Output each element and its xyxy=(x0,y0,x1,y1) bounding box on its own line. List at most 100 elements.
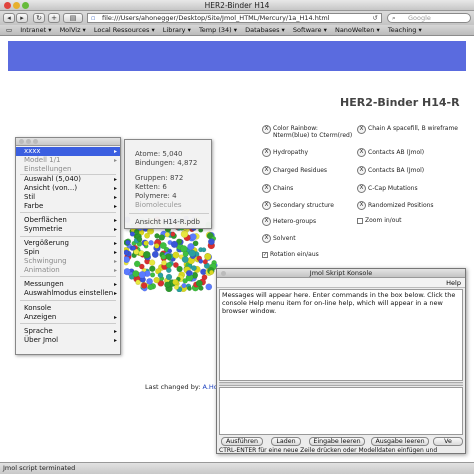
option-hydropathy[interactable]: X Hydropathy xyxy=(262,148,308,157)
menu-item-17[interactable]: Sprache ▸ xyxy=(16,327,120,336)
minimize-window-icon[interactable] xyxy=(13,2,20,9)
console-output[interactable]: Messages will appear here. Enter command… xyxy=(219,289,463,381)
menu-zoom-icon[interactable] xyxy=(33,139,38,144)
option-contacts-ba[interactable]: X Contacts BA (Jmol) xyxy=(357,166,424,175)
option-zoom[interactable]: Zoom in/out xyxy=(357,217,402,224)
submenu-item-2[interactable]: Gruppen: 872 xyxy=(125,174,211,183)
option-c-cap-mutations[interactable]: X C-Cap Mutations xyxy=(357,184,418,193)
option-x-button[interactable]: X xyxy=(262,217,271,226)
console-input[interactable] xyxy=(219,387,463,435)
bookmark-local-ressources[interactable]: Local Ressources ▾ xyxy=(94,25,155,36)
menu-titlebar xyxy=(16,138,120,146)
menu-item-label: Modell 1/1 xyxy=(24,156,61,164)
menu-close-icon[interactable] xyxy=(19,139,24,144)
submenu-item-0[interactable]: Atome: 5,040 xyxy=(125,150,211,159)
atom-sphere xyxy=(185,270,193,277)
menu-item-8[interactable]: Symmetrie ▸ xyxy=(16,225,120,234)
status-text: Jmol script terminated xyxy=(3,464,76,472)
last-changed: Last changed by: A.Hone xyxy=(145,383,226,391)
menu-item-3[interactable]: Auswahl (5,040) ▸ xyxy=(16,175,120,184)
bookmark-molviz[interactable]: MolViz ▾ xyxy=(60,25,86,36)
menu-item-14[interactable]: Auswahlmodus einstellen ▸ xyxy=(16,289,120,298)
menu-item-5[interactable]: Stil ▸ xyxy=(16,193,120,202)
atom-sphere xyxy=(205,283,213,291)
clear-output-button[interactable]: Ausgabe leeren xyxy=(371,437,429,446)
history-icon[interactable]: ▤ xyxy=(63,13,83,23)
bookmark-nanowelten[interactable]: NanoWelten ▾ xyxy=(335,25,380,36)
option-charged-residues[interactable]: X Charged Residues xyxy=(262,166,327,175)
submenu-item-3[interactable]: Ketten: 6 xyxy=(125,183,211,192)
menu-item-16[interactable]: Anzeigen ▸ xyxy=(16,313,120,322)
console-help-menu[interactable]: Help xyxy=(446,278,461,288)
option-x-button[interactable]: X xyxy=(262,184,271,193)
menu-item-10[interactable]: Spin ▸ xyxy=(16,248,120,257)
atom-sphere xyxy=(180,230,189,238)
option-x-button[interactable]: X xyxy=(262,148,271,157)
menu-item-18[interactable]: Über Jmol ▸ xyxy=(16,336,120,345)
bookmark-library[interactable]: Library ▾ xyxy=(163,25,191,36)
chevron-right-icon: ▸ xyxy=(113,240,117,247)
close-window-icon[interactable] xyxy=(4,2,11,9)
add-bookmark-icon[interactable]: + xyxy=(48,13,60,23)
bookmark-teaching[interactable]: Teaching ▾ xyxy=(388,25,422,36)
submenu-item-5[interactable]: Biomolecules xyxy=(125,201,211,210)
menu-item-4[interactable]: Ansicht (von...) ▸ xyxy=(16,184,120,193)
menu-item-9[interactable]: Vergößerung ▸ xyxy=(16,239,120,248)
jmol-model-submenu: Atome: 5,040 Bindungen: 4,872 Gruppen: 872… xyxy=(124,139,212,229)
history-button[interactable]: Ve xyxy=(433,437,463,446)
bookmark-temp[interactable]: Temp (34) ▾ xyxy=(199,25,237,36)
rotation-checkbox[interactable]: ✓ xyxy=(262,251,268,258)
option-label: Solvent xyxy=(273,235,296,242)
option-solvent[interactable]: X Solvent xyxy=(262,234,296,243)
console-splitter[interactable] xyxy=(219,382,463,386)
clear-input-button[interactable]: Eingabe leeren xyxy=(309,437,365,446)
menu-item-13[interactable]: Messungen ▸ xyxy=(16,280,120,289)
zoom-window-icon[interactable] xyxy=(22,2,29,9)
page-icon: ▫ xyxy=(91,14,96,22)
back-arrow-icon[interactable]: ◂ xyxy=(3,13,15,23)
reload-icon[interactable]: ↻ xyxy=(33,13,45,23)
chevron-right-icon: ▸ xyxy=(113,148,117,155)
option-color-rainbow[interactable]: X Color Rainbow: Nterm(blue) to Cterm(red… xyxy=(262,125,353,139)
option-secondary-structure[interactable]: X Secondary structure xyxy=(262,201,334,210)
execute-button[interactable]: Ausführen xyxy=(221,437,263,446)
refresh-icon[interactable]: ↺ xyxy=(373,14,378,22)
option-chain-a-spacefill[interactable]: X Chain A spacefill, B wireframe xyxy=(357,125,458,134)
bookmark-intranet[interactable]: Intranet ▾ xyxy=(20,25,51,36)
bookmarks-book-icon[interactable]: ▭ xyxy=(6,25,12,36)
menu-item-0[interactable]: xxxx ▸ xyxy=(16,147,120,156)
option-randomized-positions[interactable]: X Randomized Positions xyxy=(357,201,434,210)
load-button[interactable]: Laden xyxy=(271,437,301,446)
forward-arrow-icon[interactable]: ▸ xyxy=(16,13,28,23)
option-x-button[interactable]: X xyxy=(357,166,366,175)
bookmark-databases[interactable]: Databases ▾ xyxy=(245,25,285,36)
option-rotation[interactable]: ✓ Rotation ein/aus xyxy=(262,251,319,258)
console-messages: Messages will appear here. Enter command… xyxy=(222,291,456,315)
zoom-checkbox[interactable] xyxy=(357,217,363,224)
option-x-button[interactable]: X xyxy=(262,234,271,243)
menu-minimize-icon[interactable] xyxy=(26,139,31,144)
menu-item-7[interactable]: Oberflächen ▸ xyxy=(16,216,120,225)
address-bar[interactable]: ▫ file:///Users/ahonegger/Desktop/Site/J… xyxy=(87,13,382,23)
console-close-icon[interactable] xyxy=(221,271,226,276)
atom-sphere xyxy=(174,284,179,290)
option-x-button[interactable]: X xyxy=(357,201,366,210)
menu-item-6[interactable]: Farbe ▸ xyxy=(16,202,120,211)
submenu-item-1[interactable]: Bindungen: 4,872 xyxy=(125,159,211,168)
option-x-button[interactable]: X xyxy=(357,184,366,193)
jmol-popup-menu: xxxx ▸ Modell 1/1 ▸ Einstellungen Auswahl (5,… xyxy=(15,137,121,355)
submenu-item-6[interactable]: Ansicht H14-R.pdb xyxy=(125,218,211,227)
atom-sphere xyxy=(181,255,189,263)
search-field[interactable]: ⌕ Google xyxy=(387,13,471,23)
option-x-button[interactable]: X xyxy=(357,125,366,134)
submenu-item-4[interactable]: Polymere: 4 xyxy=(125,192,211,201)
menu-item-15[interactable]: Konsole xyxy=(16,304,120,313)
bookmark-software[interactable]: Software ▾ xyxy=(293,25,327,36)
option-x-button[interactable]: X xyxy=(262,125,271,134)
option-x-button[interactable]: X xyxy=(262,201,271,210)
option-x-button[interactable]: X xyxy=(262,166,271,175)
option-contacts-ab[interactable]: X Contacts AB (Jmol) xyxy=(357,148,424,157)
option-x-button[interactable]: X xyxy=(357,148,366,157)
option-chains[interactable]: X Chains xyxy=(262,184,293,193)
option-hetero-groups[interactable]: X Hetero-groups xyxy=(262,217,316,226)
